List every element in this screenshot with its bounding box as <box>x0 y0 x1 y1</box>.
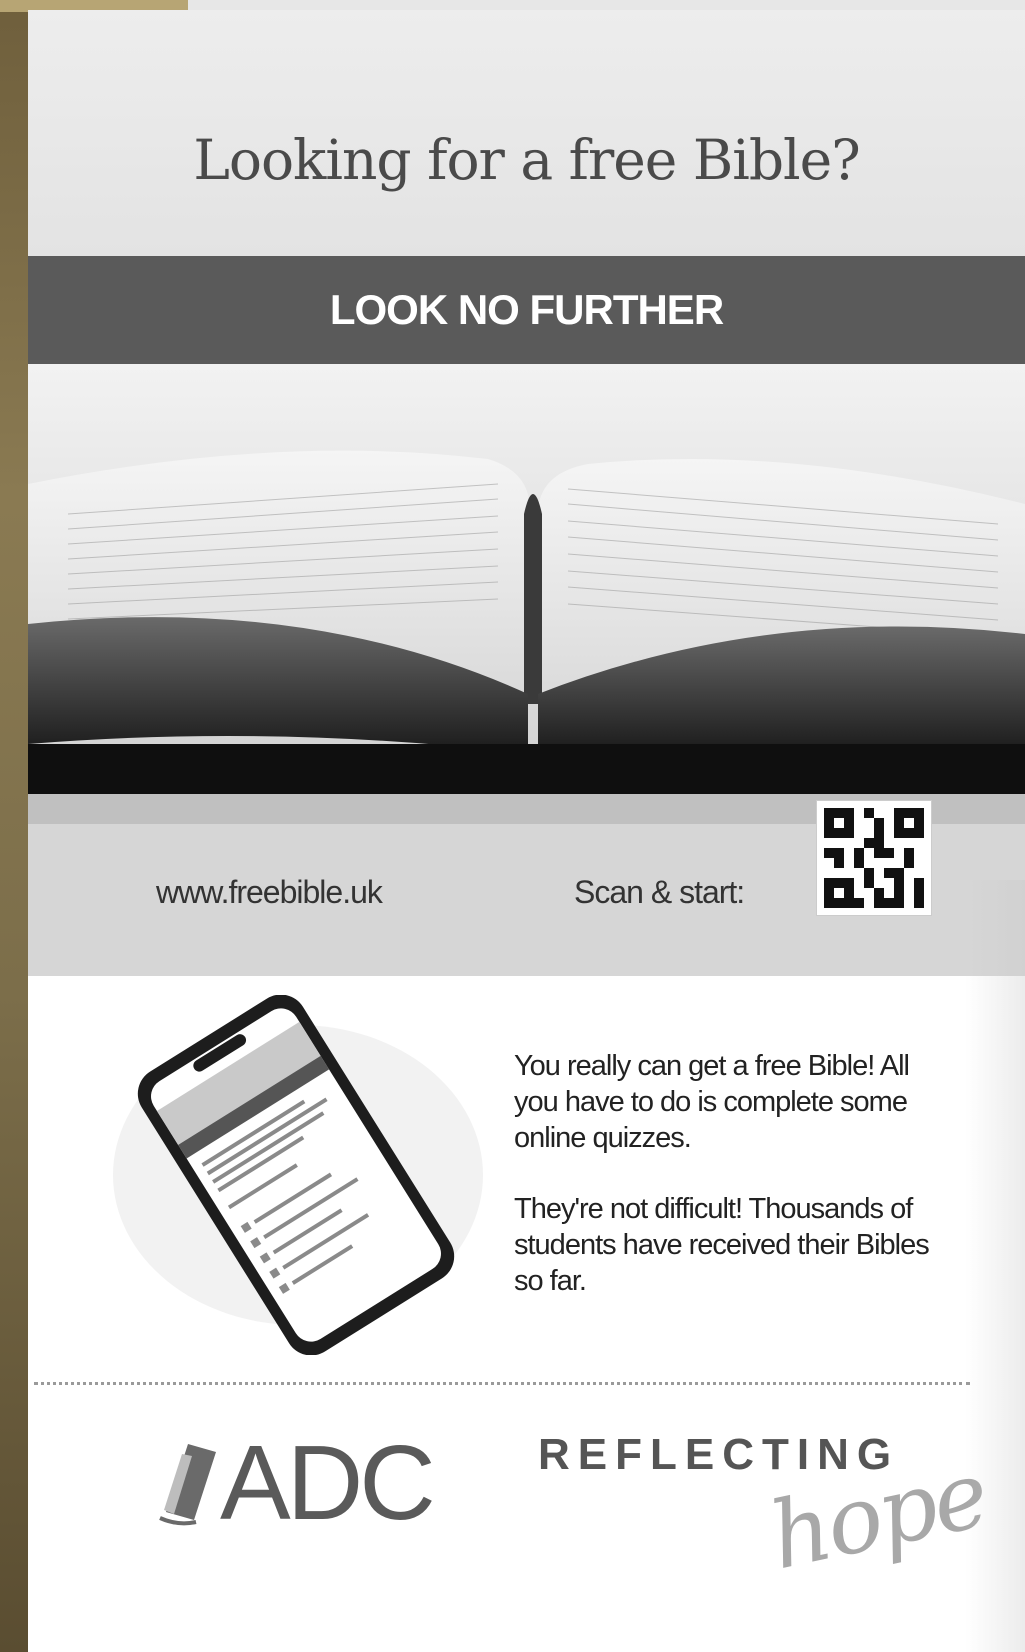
blurb-paragraph-2: They're not difficult! Thousands of stud… <box>514 1193 930 1297</box>
adc-book-logo-icon <box>159 1444 216 1526</box>
website-link[interactable]: www.freebible.uk <box>156 874 383 911</box>
smartphone-quiz-image <box>108 994 488 1356</box>
banner-text: LOOK NO FURTHER <box>329 286 724 333</box>
dotted-divider <box>34 1382 970 1385</box>
reflecting-hope-logo: REFLECTING hope <box>538 1430 995 1590</box>
banner: LOOK NO FURTHER <box>28 256 1025 364</box>
headline: Looking for a free Bible? <box>193 128 860 192</box>
blurb-paragraph-1: You really can get a free Bible! All you… <box>514 1050 910 1154</box>
flyer: Looking for a free Bible? LOOK NO FURTHE… <box>28 10 1025 1652</box>
adc-logo: ADC <box>158 1424 436 1542</box>
adc-logo-text: ADC <box>220 1424 436 1542</box>
scan-label: Scan & start: <box>574 874 745 910</box>
page-shadow <box>965 880 1025 1652</box>
qr-code-icon[interactable] <box>816 800 932 916</box>
blurb: You really can get a free Bible! All you… <box>514 1048 954 1334</box>
